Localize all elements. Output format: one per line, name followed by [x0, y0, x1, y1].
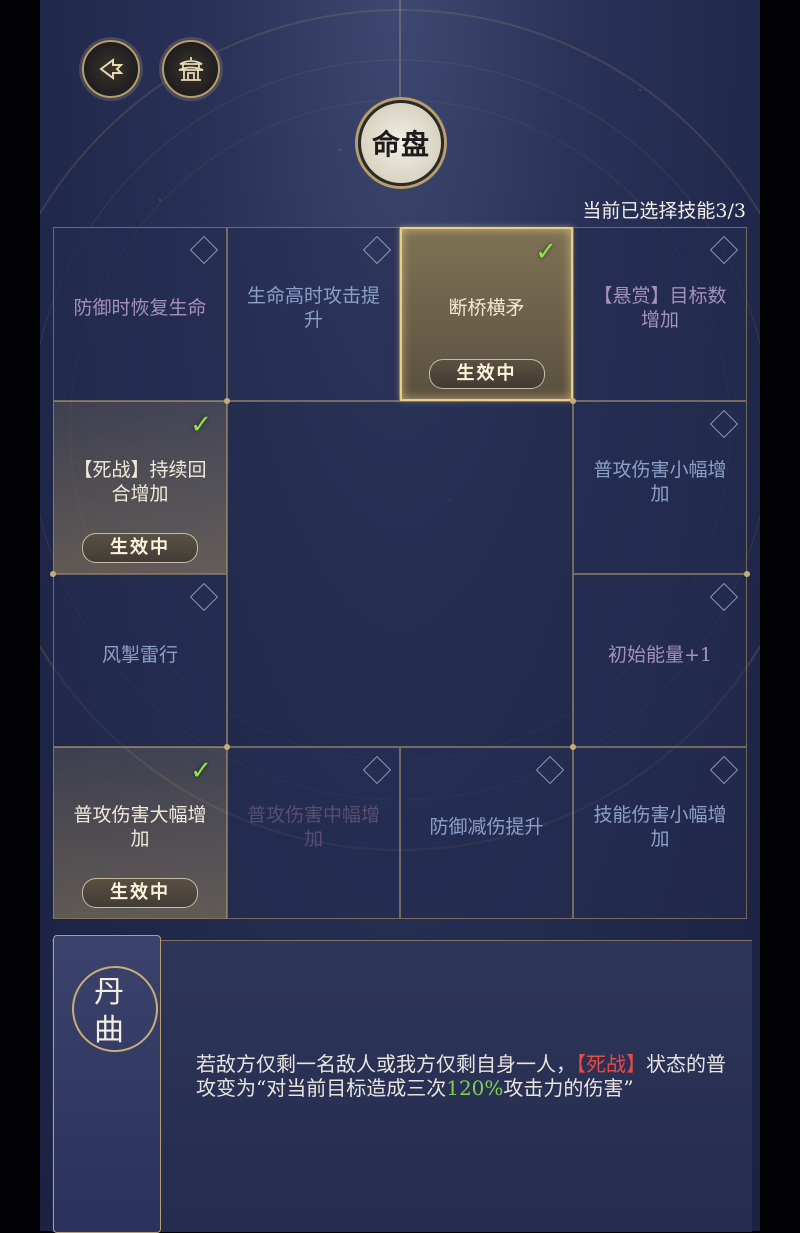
skill-title-scroll: 丹曲	[53, 935, 161, 1233]
skill-name: 初始能量+1	[607, 643, 712, 666]
unselected-diamond-icon	[709, 409, 739, 439]
skill-tile[interactable]: 风掣雷行	[53, 574, 227, 747]
checkmark-icon: ✓	[190, 410, 212, 440]
skill-name: 普攻伤害小幅增加	[593, 458, 727, 505]
skill-name: 防御时恢复生命	[73, 297, 207, 319]
keyword-death-battle: 【死战】	[576, 1052, 646, 1076]
skill-tile[interactable]: 防御时恢复生命	[53, 227, 227, 401]
skill-tile[interactable]: 普攻伤害小幅增加	[573, 401, 747, 574]
grid-node	[744, 571, 750, 577]
active-badge: 生效中	[428, 359, 545, 389]
description-text: 攻击力的伤害”	[503, 1076, 634, 1100]
skill-title: 丹曲	[94, 975, 124, 1048]
skill-tile[interactable]: 初始能量+1	[573, 574, 747, 747]
damage-percent: 120%	[446, 1076, 504, 1100]
skill-tile[interactable]: ✓ 断桥横矛 生效中	[400, 227, 573, 401]
unselected-diamond-icon	[362, 755, 392, 785]
unselected-diamond-icon	[362, 235, 392, 265]
skill-tile[interactable]: 技能伤害小幅增加	[573, 747, 747, 919]
grid-node	[570, 398, 576, 404]
active-badge: 生效中	[82, 533, 198, 563]
checkmark-icon: ✓	[535, 237, 557, 267]
description-text: 若敌方仅剩一名敌人或我方仅剩自身一人，	[196, 1052, 576, 1076]
skill-name: 生命高时攻击提升	[246, 285, 380, 331]
skill-grid: 防御时恢复生命 生命高时攻击提升 ✓ 断桥横矛 生效中 【悬赏】目标数增加 ✓ …	[50, 227, 750, 919]
skill-tile[interactable]: 【悬赏】目标数增加	[573, 227, 747, 401]
unselected-diamond-icon	[535, 755, 565, 785]
home-button[interactable]	[162, 40, 220, 98]
skill-name: 普攻伤害大幅增加	[73, 804, 207, 850]
skill-name: 防御减伤提升	[429, 816, 544, 838]
skill-tile[interactable]: 防御减伤提升	[400, 747, 573, 919]
grid-node	[224, 744, 230, 750]
skill-name: 【悬赏】目标数增加	[593, 285, 727, 331]
unselected-diamond-icon	[709, 235, 739, 265]
skill-name: 技能伤害小幅增加	[593, 804, 727, 850]
grid-center	[227, 401, 573, 747]
unselected-diamond-icon	[189, 235, 219, 265]
skill-name: 断桥横矛	[448, 297, 525, 319]
back-button[interactable]	[82, 40, 140, 98]
skill-tile[interactable]: ✓ 【死战】持续回合增加 生效中	[53, 401, 227, 574]
back-arrow-icon	[99, 58, 124, 80]
right-letterbox	[760, 0, 800, 1231]
skill-name: 风掣雷行	[101, 643, 178, 666]
skill-tile[interactable]: 普攻伤害中幅增加	[227, 747, 400, 919]
unselected-diamond-icon	[189, 582, 219, 612]
pavilion-icon	[178, 57, 204, 81]
unselected-diamond-icon	[709, 755, 739, 785]
checkmark-icon: ✓	[190, 756, 212, 786]
grid-node	[224, 398, 230, 404]
grid-node	[50, 571, 56, 577]
unselected-diamond-icon	[709, 582, 739, 612]
skill-name: 【死战】持续回合增加	[73, 458, 207, 505]
fate-plate-emblem: 命盘	[358, 100, 444, 186]
skill-name: 普攻伤害中幅增加	[246, 804, 380, 850]
skill-description: 若敌方仅剩一名敌人或我方仅剩自身一人，【死战】状态的普攻变为“对当前目标造成三次…	[196, 1052, 736, 1100]
grid-node	[570, 744, 576, 750]
left-letterbox	[0, 0, 40, 1231]
selection-count: 当前已选择技能3/3	[582, 200, 746, 222]
active-badge: 生效中	[82, 878, 198, 908]
skill-tile[interactable]: ✓ 普攻伤害大幅增加 生效中	[53, 747, 227, 919]
skill-tile[interactable]: 生命高时攻击提升	[227, 227, 400, 401]
